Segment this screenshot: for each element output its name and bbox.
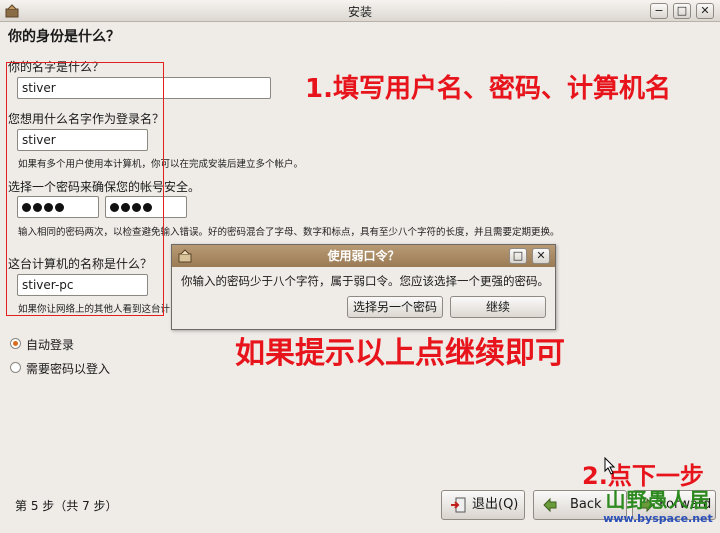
close-button[interactable]: ✕ (696, 3, 714, 19)
quit-icon (451, 497, 466, 513)
auto-login-label[interactable]: 自动登录 (26, 336, 74, 353)
quit-button[interactable]: 退出(Q) (441, 490, 525, 520)
form-highlight-box (6, 62, 164, 316)
annotation-step1: 1.填写用户名、密码、计算机名 (305, 74, 671, 104)
require-password-label[interactable]: 需要密码以登入 (26, 360, 110, 377)
quit-label: 退出(Q) (472, 497, 519, 512)
minimize-button[interactable]: − (650, 3, 668, 19)
dialog-close-button[interactable]: ✕ (532, 248, 550, 264)
continue-button[interactable]: 继续 (450, 296, 546, 318)
step-indicator: 第 5 步（共 7 步） (15, 499, 118, 513)
auto-login-radio[interactable] (10, 338, 21, 349)
require-password-radio[interactable] (10, 362, 21, 373)
back-label: Back (570, 497, 602, 512)
dialog-message: 你输入的密码少于八个字符，属于弱口令。您应该选择一个更强的密码。 (181, 274, 549, 288)
window-title: 安装 (347, 5, 372, 19)
watermark-url: www.byspace.net (603, 512, 713, 525)
dialog-titlebar[interactable]: 使用弱口令？ (172, 245, 555, 267)
dialog-title: 使用弱口令？ (327, 249, 400, 263)
annotation-continue-hint: 如果提示以上点继续即可 (235, 336, 565, 371)
dialog-restore-button[interactable]: □ (509, 248, 527, 264)
choose-other-password-button[interactable]: 选择另一个密码 (347, 296, 443, 318)
page-title: 你的身份是什么？ (8, 29, 120, 45)
weak-password-dialog: 使用弱口令？ □ ✕ 你输入的密码少于八个字符，属于弱口令。您应该选择一个更强的… (171, 244, 556, 330)
arrow-left-icon (543, 497, 557, 513)
mouse-cursor-icon (604, 457, 616, 475)
watermark-site-name: 山野愚人居 (605, 488, 711, 512)
dialog-app-icon (178, 249, 192, 263)
window-titlebar[interactable]: 安装 − □ ✕ (0, 0, 720, 22)
maximize-button[interactable]: □ (673, 3, 691, 19)
